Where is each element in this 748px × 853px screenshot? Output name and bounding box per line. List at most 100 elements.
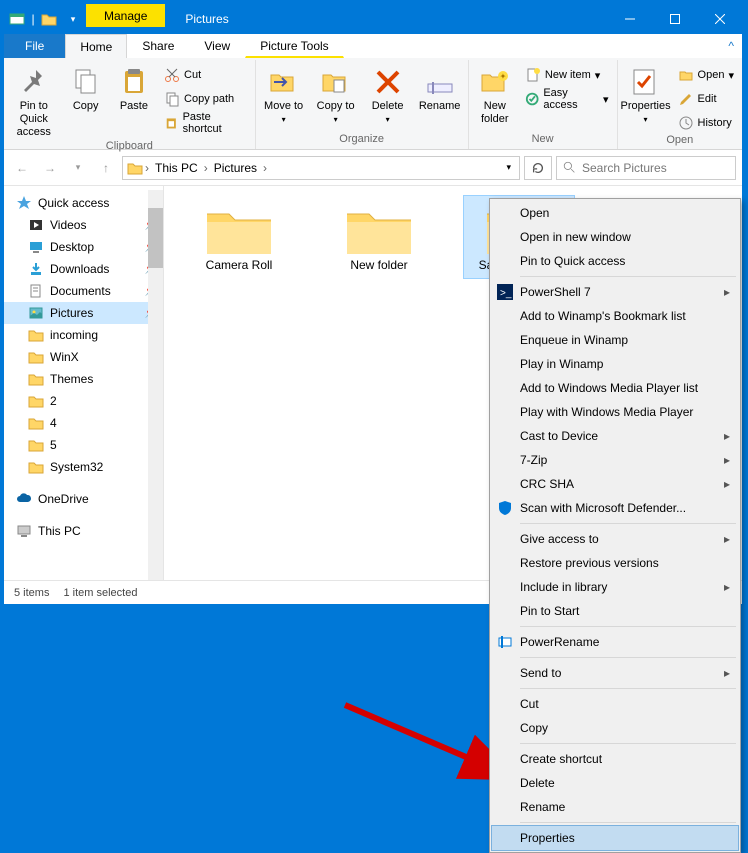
sidebar-item-documents[interactable]: Documents📌: [4, 280, 163, 302]
menu-restore-previous-versions[interactable]: Restore previous versions: [492, 551, 738, 575]
sidebar-item-4[interactable]: 4: [4, 412, 163, 434]
menu-cast-to-device[interactable]: Cast to Device▸: [492, 424, 738, 448]
pin-to-quick-access-button[interactable]: Pin to Quick access: [8, 62, 60, 140]
menu-rename[interactable]: Rename: [492, 795, 738, 819]
folder-large-icon: [343, 202, 415, 258]
sidebar-item-pictures[interactable]: Pictures📌: [4, 302, 163, 324]
menu-pin-to-start[interactable]: Pin to Start: [492, 599, 738, 623]
delete-button[interactable]: Delete▾: [364, 62, 412, 125]
forward-button[interactable]: →: [38, 156, 62, 180]
menu-add-to-windows-media-player-list[interactable]: Add to Windows Media Player list: [492, 376, 738, 400]
menu-play-in-winamp[interactable]: Play in Winamp: [492, 352, 738, 376]
menu-7-zip[interactable]: 7-Zip▸: [492, 448, 738, 472]
refresh-icon: [531, 161, 545, 175]
copy-button[interactable]: Copy: [64, 62, 108, 113]
chevron-right-icon[interactable]: ›: [263, 161, 267, 175]
sidebar-item-themes[interactable]: Themes: [4, 368, 163, 390]
tab-picture-tools[interactable]: Picture Tools: [245, 34, 343, 58]
onedrive-header[interactable]: OneDrive: [4, 488, 163, 510]
item-icon: [28, 349, 44, 365]
menu-delete[interactable]: Delete: [492, 771, 738, 795]
move-to-button[interactable]: Move to▾: [260, 62, 308, 125]
item-icon: [28, 305, 44, 321]
tab-share[interactable]: Share: [127, 34, 189, 58]
copy-path-button[interactable]: Copy path: [160, 88, 251, 110]
easy-access-button[interactable]: Easy access ▾: [521, 88, 613, 110]
qat-dropdown-icon[interactable]: ▾: [62, 8, 84, 30]
chevron-right-icon[interactable]: ›: [204, 161, 208, 175]
navigation-bar: ← → ▾ ↑ › This PC › Pictures › ▾ Search …: [4, 150, 742, 186]
menu-scan-with-microsoft-defender-[interactable]: Scan with Microsoft Defender...: [492, 496, 738, 520]
properties-button[interactable]: Properties▾: [622, 62, 670, 125]
refresh-button[interactable]: [524, 156, 552, 180]
sidebar-item-winx[interactable]: WinX: [4, 346, 163, 368]
chevron-right-icon[interactable]: ›: [145, 161, 149, 175]
search-input[interactable]: Search Pictures: [556, 156, 736, 180]
paste-shortcut-button[interactable]: Paste shortcut: [160, 112, 251, 134]
breadcrumb-pictures[interactable]: Pictures: [210, 161, 261, 175]
recent-dropdown[interactable]: ▾: [66, 156, 90, 180]
sidebar-item-2[interactable]: 2: [4, 390, 163, 412]
minimize-button[interactable]: [607, 4, 652, 34]
sidebar-item-desktop[interactable]: Desktop📌: [4, 236, 163, 258]
history-button[interactable]: History: [674, 112, 738, 134]
tab-home[interactable]: Home: [65, 34, 127, 58]
tab-view[interactable]: View: [189, 34, 245, 58]
pc-icon: [16, 523, 32, 539]
close-button[interactable]: [697, 4, 742, 34]
menu-enqueue-in-winamp[interactable]: Enqueue in Winamp: [492, 328, 738, 352]
maximize-button[interactable]: [652, 4, 697, 34]
rename-button[interactable]: Rename: [416, 62, 464, 113]
qat-folder-icon[interactable]: [38, 8, 60, 30]
menu-copy[interactable]: Copy: [492, 716, 738, 740]
new-item-icon: [525, 67, 541, 83]
menu-open[interactable]: Open: [492, 201, 738, 225]
scrollbar[interactable]: [148, 190, 164, 580]
cut-button[interactable]: Cut: [160, 64, 251, 86]
breadcrumb-thispc[interactable]: This PC: [151, 161, 202, 175]
menu-powerrename[interactable]: PowerRename: [492, 630, 738, 654]
ribbon-collapse-icon[interactable]: ^: [720, 34, 742, 58]
sidebar-item-5[interactable]: 5: [4, 434, 163, 456]
folder-camera-roll[interactable]: Camera Roll: [184, 196, 294, 278]
address-bar[interactable]: › This PC › Pictures › ▾: [122, 156, 520, 180]
thispc-header[interactable]: This PC: [4, 520, 163, 542]
window-title: Pictures: [165, 12, 607, 26]
menu-powershell-7[interactable]: >_PowerShell 7▸: [492, 280, 738, 304]
menu-give-access-to[interactable]: Give access to▸: [492, 527, 738, 551]
menu-include-in-library[interactable]: Include in library▸: [492, 575, 738, 599]
sidebar-item-videos[interactable]: Videos📌: [4, 214, 163, 236]
up-button[interactable]: ↑: [94, 156, 118, 180]
menu-add-to-winamp-s-bookmark-list[interactable]: Add to Winamp's Bookmark list: [492, 304, 738, 328]
paste-button[interactable]: Paste: [112, 62, 156, 113]
new-item-button[interactable]: New item ▾: [521, 64, 613, 86]
ribbon-group-organize: Move to▾ Copy to▾ Delete▾ Rename Organiz…: [256, 60, 469, 149]
svg-text:✦: ✦: [499, 72, 506, 81]
menu-pin-to-quick-access[interactable]: Pin to Quick access: [492, 249, 738, 273]
copy-to-button[interactable]: Copy to▾: [312, 62, 360, 125]
menu-properties[interactable]: Properties: [492, 826, 738, 850]
sidebar-item-system32[interactable]: System32: [4, 456, 163, 478]
item-icon: [28, 239, 44, 255]
quick-access-header[interactable]: Quick access: [4, 192, 163, 214]
menu-open-in-new-window[interactable]: Open in new window: [492, 225, 738, 249]
menu-play-with-windows-media-player[interactable]: Play with Windows Media Player: [492, 400, 738, 424]
folder-new-folder[interactable]: New folder: [324, 196, 434, 278]
system-menu-icon[interactable]: [6, 8, 28, 30]
paste-shortcut-icon: [164, 115, 179, 131]
menu-crc-sha[interactable]: CRC SHA▸: [492, 472, 738, 496]
submenu-arrow-icon: ▸: [724, 580, 730, 594]
sidebar-item-incoming[interactable]: incoming: [4, 324, 163, 346]
edit-button[interactable]: Edit: [674, 88, 738, 110]
new-folder-button[interactable]: ✦New folder: [473, 62, 517, 126]
tab-file[interactable]: File: [4, 34, 65, 58]
address-dropdown-icon[interactable]: ▾: [502, 162, 515, 173]
menu-cut[interactable]: Cut: [492, 692, 738, 716]
menu-create-shortcut[interactable]: Create shortcut: [492, 747, 738, 771]
back-button[interactable]: ←: [10, 156, 34, 180]
menu-send-to[interactable]: Send to▸: [492, 661, 738, 685]
open-button[interactable]: Open ▾: [674, 64, 738, 86]
group-label: Organize: [260, 133, 464, 147]
delete-x-icon: [372, 66, 404, 98]
sidebar-item-downloads[interactable]: Downloads📌: [4, 258, 163, 280]
